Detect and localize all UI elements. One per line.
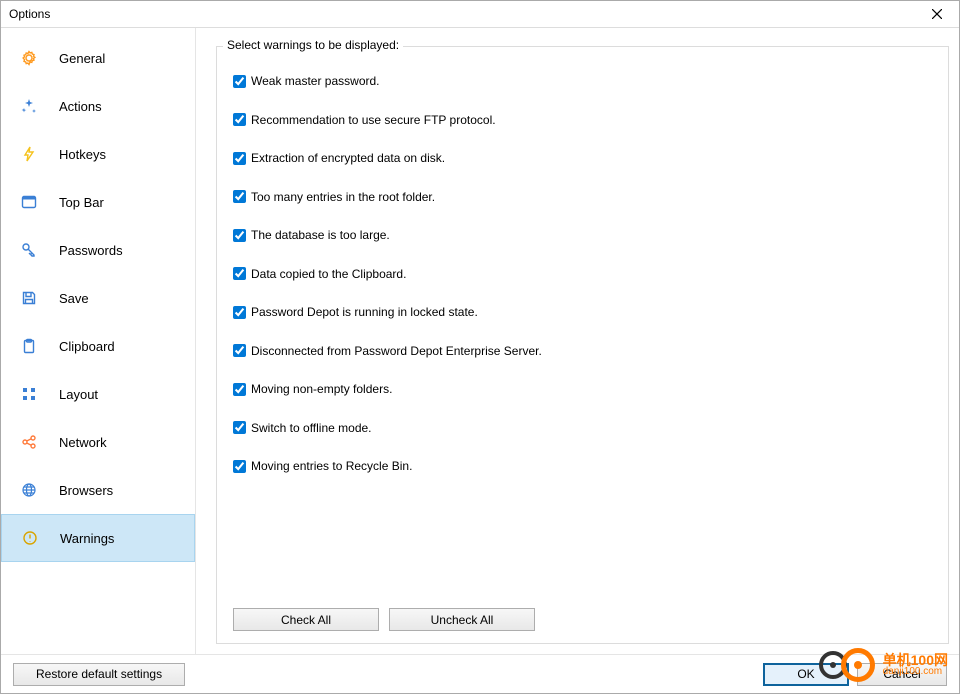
titlebar: Options bbox=[1, 1, 959, 28]
bolt-icon bbox=[21, 146, 37, 162]
cancel-button[interactable]: Cancel bbox=[857, 663, 947, 686]
warning-icon bbox=[22, 530, 38, 546]
sidebar: General Actions Hotkeys Top Bar Password… bbox=[1, 28, 196, 654]
sidebar-item-hotkeys[interactable]: Hotkeys bbox=[1, 130, 195, 178]
warning-label: Switch to offline mode. bbox=[251, 421, 372, 435]
sidebar-item-layout[interactable]: Layout bbox=[1, 370, 195, 418]
sidebar-item-label: Actions bbox=[59, 99, 102, 114]
warning-checkbox[interactable] bbox=[233, 344, 246, 357]
sidebar-item-save[interactable]: Save bbox=[1, 274, 195, 322]
warning-option: Weak master password. bbox=[233, 71, 932, 91]
sidebar-item-clipboard[interactable]: Clipboard bbox=[1, 322, 195, 370]
warning-checkbox[interactable] bbox=[233, 152, 246, 165]
sidebar-item-label: Network bbox=[59, 435, 107, 450]
footer-right: OK Cancel bbox=[763, 663, 947, 686]
warning-label: Too many entries in the root folder. bbox=[251, 190, 435, 204]
uncheck-all-button[interactable]: Uncheck All bbox=[389, 608, 535, 631]
share-icon bbox=[21, 434, 37, 450]
save-icon bbox=[21, 290, 37, 306]
warnings-list: Weak master password. Recommendation to … bbox=[233, 71, 932, 476]
options-dialog: Options General Actions Hotkeys Top Bar bbox=[0, 0, 960, 694]
sidebar-item-network[interactable]: Network bbox=[1, 418, 195, 466]
warning-label: Moving entries to Recycle Bin. bbox=[251, 459, 412, 473]
close-button[interactable] bbox=[917, 1, 957, 27]
restore-defaults-button[interactable]: Restore default settings bbox=[13, 663, 185, 686]
check-all-button[interactable]: Check All bbox=[233, 608, 379, 631]
sidebar-item-label: Clipboard bbox=[59, 339, 115, 354]
ok-button[interactable]: OK bbox=[763, 663, 849, 686]
warning-label: The database is too large. bbox=[251, 228, 390, 242]
warning-option: The database is too large. bbox=[233, 225, 932, 245]
warning-option: Too many entries in the root folder. bbox=[233, 187, 932, 207]
key-icon bbox=[21, 242, 37, 258]
warning-option: Disconnected from Password Depot Enterpr… bbox=[233, 341, 932, 361]
globe-icon bbox=[21, 482, 37, 498]
warning-option: Moving entries to Recycle Bin. bbox=[233, 456, 932, 476]
groupbox-buttons: Check All Uncheck All bbox=[233, 608, 535, 631]
warning-label: Data copied to the Clipboard. bbox=[251, 267, 406, 281]
warning-checkbox[interactable] bbox=[233, 383, 246, 396]
sidebar-item-top-bar[interactable]: Top Bar bbox=[1, 178, 195, 226]
warning-option: Moving non-empty folders. bbox=[233, 379, 932, 399]
warning-label: Recommendation to use secure FTP protoco… bbox=[251, 113, 496, 127]
warning-option: Recommendation to use secure FTP protoco… bbox=[233, 110, 932, 130]
gear-icon bbox=[21, 50, 37, 66]
groupbox-title: Select warnings to be displayed: bbox=[223, 38, 403, 52]
sidebar-item-label: Hotkeys bbox=[59, 147, 106, 162]
warning-label: Moving non-empty folders. bbox=[251, 382, 392, 396]
warning-checkbox[interactable] bbox=[233, 75, 246, 88]
close-icon bbox=[932, 9, 942, 19]
warnings-groupbox: Select warnings to be displayed: Weak ma… bbox=[216, 46, 949, 644]
warning-label: Weak master password. bbox=[251, 74, 380, 88]
sidebar-item-general[interactable]: General bbox=[1, 34, 195, 82]
warning-label: Password Depot is running in locked stat… bbox=[251, 305, 478, 319]
sidebar-item-browsers[interactable]: Browsers bbox=[1, 466, 195, 514]
sidebar-item-label: Passwords bbox=[59, 243, 123, 258]
warning-option: Password Depot is running in locked stat… bbox=[233, 302, 932, 322]
grid-icon bbox=[21, 386, 37, 402]
sparkle-icon bbox=[21, 98, 37, 114]
warning-label: Extraction of encrypted data on disk. bbox=[251, 151, 445, 165]
sidebar-item-label: General bbox=[59, 51, 105, 66]
sidebar-item-warnings[interactable]: Warnings bbox=[1, 514, 195, 562]
dialog-body: General Actions Hotkeys Top Bar Password… bbox=[1, 28, 959, 654]
sidebar-item-label: Top Bar bbox=[59, 195, 104, 210]
sidebar-item-actions[interactable]: Actions bbox=[1, 82, 195, 130]
clipboard-icon bbox=[21, 338, 37, 354]
warning-option: Extraction of encrypted data on disk. bbox=[233, 148, 932, 168]
warning-checkbox[interactable] bbox=[233, 229, 246, 242]
topbar-icon bbox=[21, 194, 37, 210]
warning-checkbox[interactable] bbox=[233, 460, 246, 473]
content-pane: Select warnings to be displayed: Weak ma… bbox=[196, 28, 959, 654]
sidebar-item-label: Browsers bbox=[59, 483, 113, 498]
sidebar-item-label: Layout bbox=[59, 387, 98, 402]
dialog-footer: Restore default settings OK Cancel bbox=[1, 654, 959, 693]
window-title: Options bbox=[9, 7, 50, 21]
warning-checkbox[interactable] bbox=[233, 306, 246, 319]
warning-checkbox[interactable] bbox=[233, 421, 246, 434]
warning-option: Switch to offline mode. bbox=[233, 418, 932, 438]
warning-checkbox[interactable] bbox=[233, 190, 246, 203]
warning-label: Disconnected from Password Depot Enterpr… bbox=[251, 344, 542, 358]
warning-checkbox[interactable] bbox=[233, 113, 246, 126]
sidebar-item-passwords[interactable]: Passwords bbox=[1, 226, 195, 274]
warning-option: Data copied to the Clipboard. bbox=[233, 264, 932, 284]
warning-checkbox[interactable] bbox=[233, 267, 246, 280]
sidebar-item-label: Warnings bbox=[60, 531, 114, 546]
sidebar-item-label: Save bbox=[59, 291, 89, 306]
